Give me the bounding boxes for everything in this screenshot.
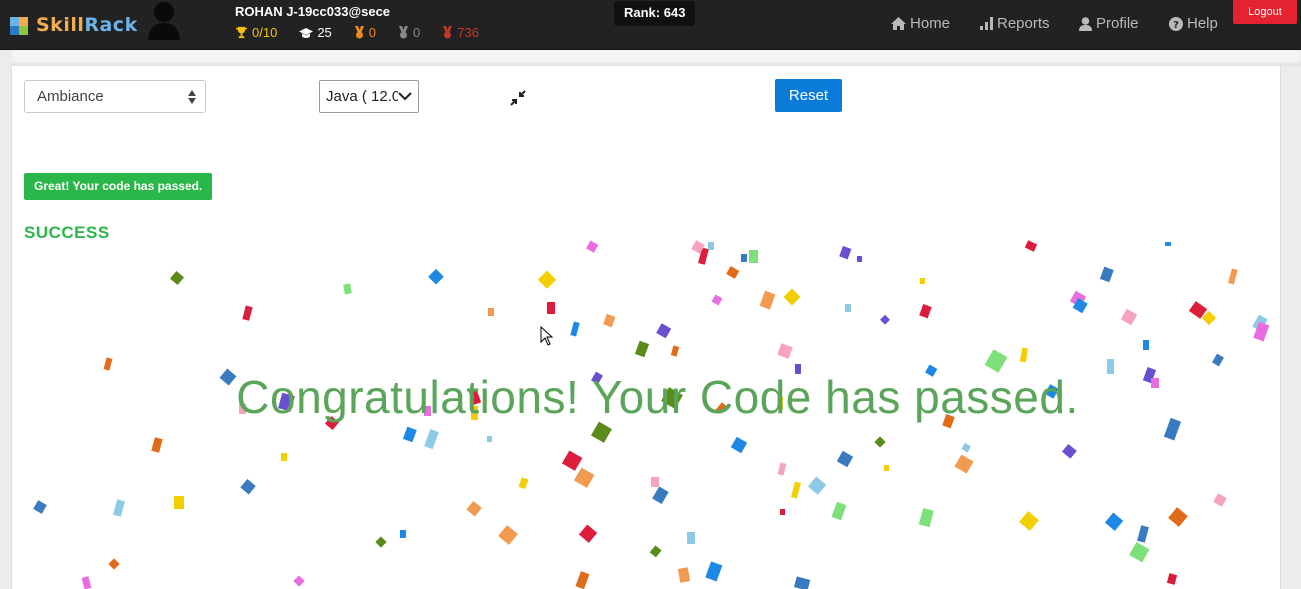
brand-logo[interactable]: SkillRack [10,14,138,36]
compress-icon[interactable] [510,90,526,106]
skillrack-logo-icon [10,15,32,35]
nav-home[interactable]: Home [891,15,950,32]
trophy-icon [235,26,248,39]
user-stats: 0/10 25 0 0 736 [235,25,501,40]
bar-chart-icon [980,17,993,30]
header-shadow [11,50,1301,66]
trophy-stat: 0/10 [235,25,277,40]
language-select[interactable]: Java ( 12.0 [319,80,419,113]
graduation-cap-icon [299,27,314,38]
success-status: SUCCESS [24,223,110,242]
congratulations-message: Congratulations! Your Code has passed. [236,371,1079,423]
avatar[interactable] [147,0,181,40]
select-arrows-icon [188,90,196,104]
language-select-value: Java ( 12.0 [326,88,401,105]
nav-reports[interactable]: Reports [980,15,1050,32]
user-name: ROHAN J-19cc033@sece [235,4,391,19]
content-panel [11,66,1281,589]
nav-help[interactable]: ? Help [1169,15,1218,32]
rank-badge: Rank: 643 [614,1,696,26]
svg-text:?: ? [1173,20,1179,31]
chevron-down-icon [398,90,412,102]
top-navbar: SkillRack ROHAN J-19cc033@sece 0/10 25 0… [0,0,1301,50]
points-icon [443,26,453,39]
theme-select-value: Ambiance [37,88,104,105]
question-circle-icon: ? [1169,16,1183,31]
certificate-stat: 25 [299,25,332,40]
reset-button[interactable]: Reset [775,79,842,112]
logout-button[interactable]: Logout [1233,0,1297,24]
gold-medal-stat: 0 [354,25,376,40]
pass-badge: Great! Your code has passed. [24,173,213,200]
theme-select[interactable]: Ambiance [24,80,206,113]
points-stat: 736 [442,25,479,40]
silver-medal-icon [399,26,409,39]
brand-name: SkillRack [36,14,138,36]
home-icon [891,17,906,30]
user-icon [1079,16,1092,31]
nav-profile[interactable]: Profile [1079,15,1139,32]
mouse-cursor-icon [540,326,554,346]
silver-medal-stat: 0 [398,25,420,40]
gold-medal-icon [354,26,364,39]
